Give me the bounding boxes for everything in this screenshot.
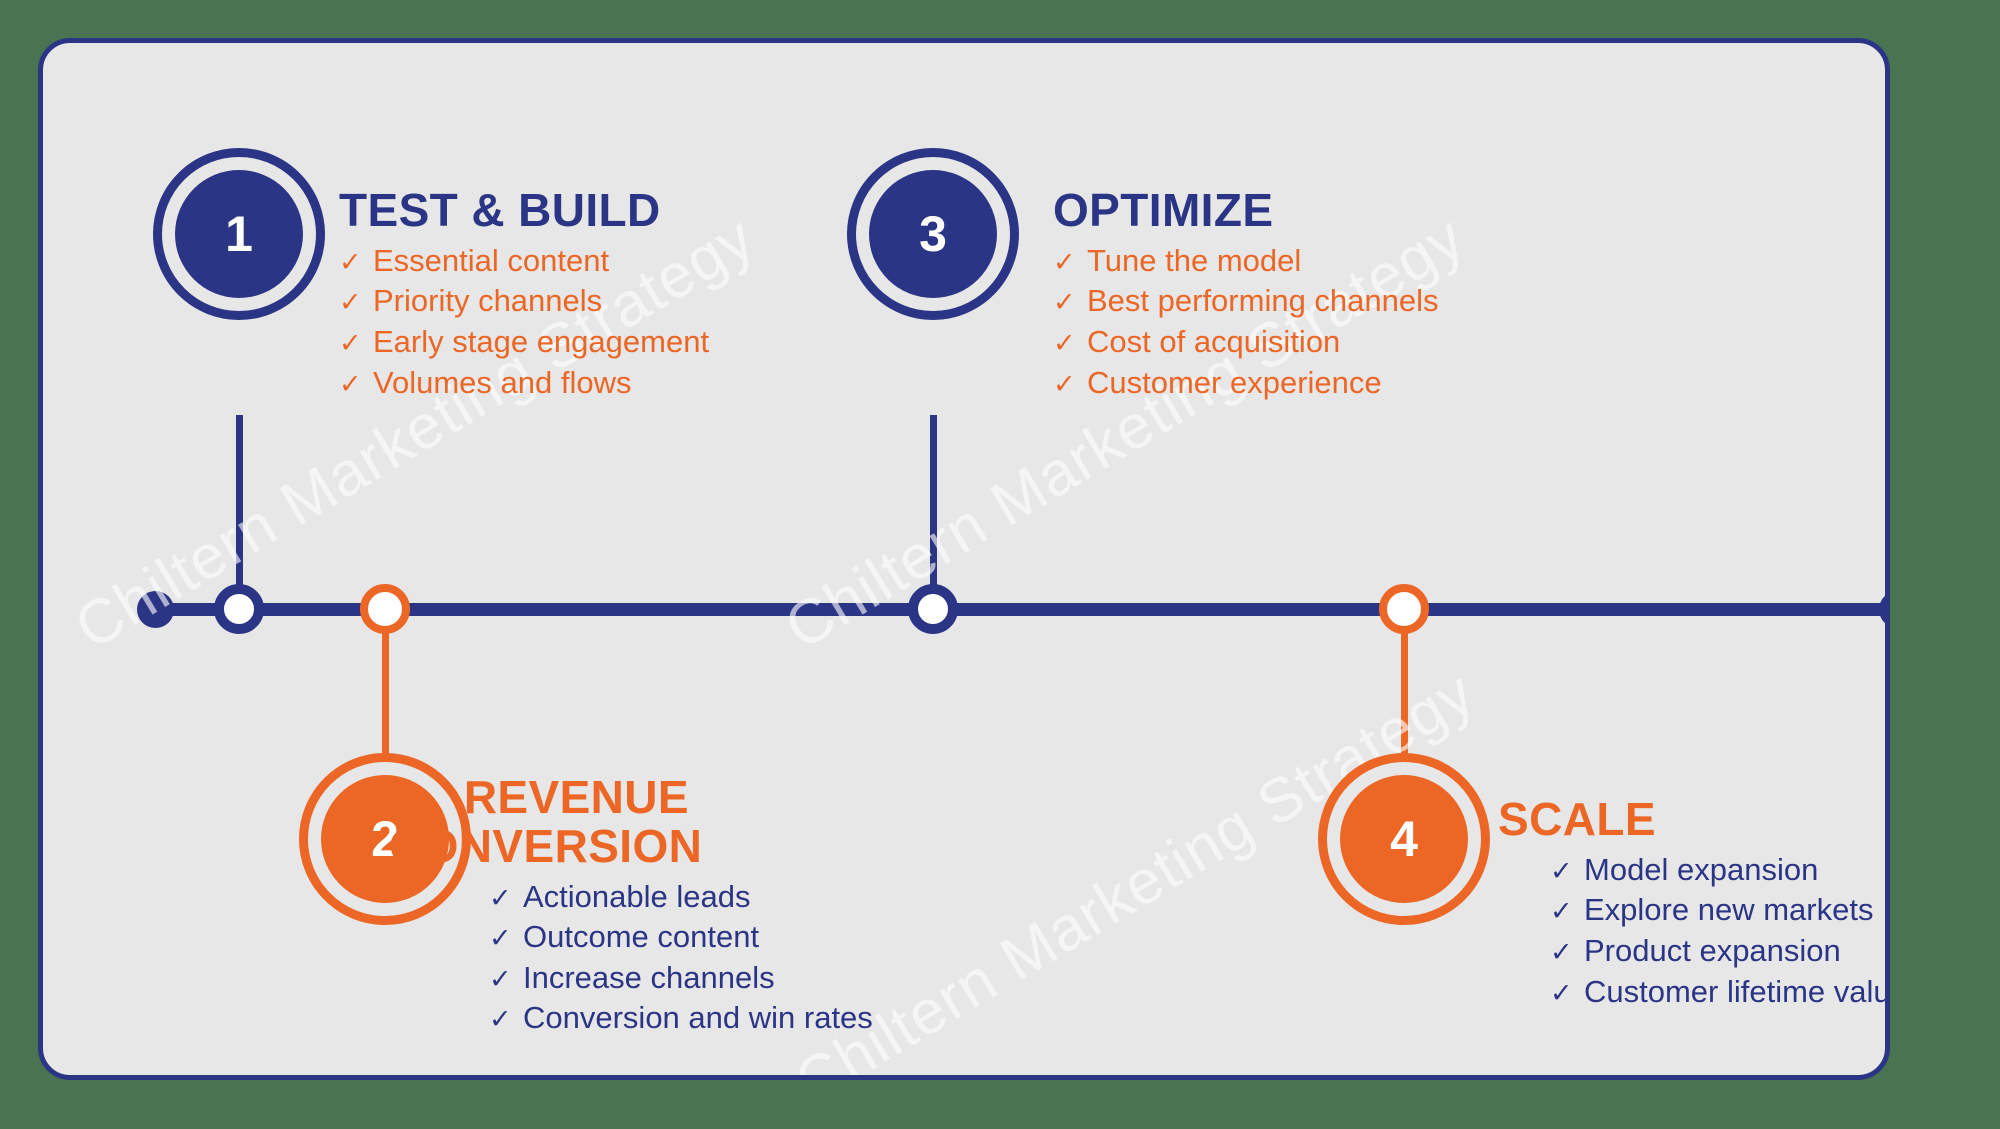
check-icon: ✓: [489, 923, 512, 954]
step-bullets-2: ✓ Actionable leads ✓ Outcome content ✓ Incr…: [489, 877, 949, 1039]
check-icon: ✓: [1053, 246, 1076, 277]
list-item: ✓ Cost of acquisition: [1053, 322, 1613, 363]
list-item: ✓ Actionable leads: [489, 877, 949, 918]
check-icon: ✓: [339, 327, 362, 358]
step-content-2: REVENUE CONVERSION ✓ Actionable leads ✓ Ou…: [389, 773, 949, 1039]
bullet-text: Customer experience: [1087, 364, 1382, 400]
list-item: ✓ Explore new markets: [1550, 890, 1885, 931]
step-number-1: 1: [175, 170, 303, 298]
step-title-4: SCALE: [1498, 793, 1656, 845]
list-item: ✓ Model expansion: [1550, 850, 1885, 891]
list-item: ✓ Best performing channels: [1053, 281, 1613, 322]
check-icon: ✓: [489, 963, 512, 994]
timeline-axis: [155, 603, 1885, 616]
step-title-3: OPTIMIZE: [1053, 184, 1274, 236]
list-item: ✓ Conversion and win rates: [489, 998, 949, 1039]
timeline-node-step-3[interactable]: [908, 584, 958, 634]
timeline-node-step-2[interactable]: [360, 584, 410, 634]
check-icon: ✓: [1053, 287, 1076, 318]
timeline-card: Chiltern Marketing Strategy Chiltern Mar…: [38, 38, 1890, 1080]
step-bullets-3: ✓ Tune the model ✓ Best performing channel…: [1053, 241, 1613, 403]
bullet-text: Product expansion: [1584, 932, 1841, 968]
list-item: ✓ Priority channels: [339, 281, 859, 322]
step-title-2: REVENUE CONVERSION: [389, 771, 703, 872]
step-content-4: SCALE ✓ Model expansion ✓ Explore new mark…: [1498, 793, 1890, 1013]
list-item: ✓ Customer lifetime value: [1550, 972, 1890, 1013]
check-icon: ✓: [489, 1004, 512, 1035]
step-badge-3[interactable]: 3: [847, 148, 1019, 320]
step-bullets-4: ✓ Model expansion ✓ Explore new markets ✓ P…: [1550, 850, 1890, 1013]
bullet-text: Essential content: [373, 242, 610, 278]
bullet-text: Best performing channels: [1087, 283, 1439, 319]
bullet-text: Cost of acquisition: [1087, 323, 1341, 359]
check-icon: ✓: [1550, 855, 1573, 886]
bullet-text: Actionable leads: [523, 878, 751, 914]
list-item: ✓ Essential content: [339, 241, 859, 282]
bullet-text: Model expansion: [1584, 851, 1819, 887]
list-item: ✓ Tune the model: [1053, 241, 1613, 282]
check-icon: ✓: [339, 287, 362, 318]
step-title-1: TEST & BUILD: [339, 184, 661, 236]
check-icon: ✓: [339, 368, 362, 399]
step-number-4: 4: [1340, 775, 1468, 903]
timeline-axis-start-dot: [137, 591, 174, 628]
list-item: ✓ Product expansion: [1550, 931, 1885, 972]
step-number-3: 3: [869, 170, 997, 298]
timeline-node-step-1[interactable]: [214, 584, 264, 634]
timeline-axis-end-dot: [1879, 591, 1885, 628]
bullet-text: Tune the model: [1087, 242, 1302, 278]
check-icon: ✓: [1550, 896, 1573, 927]
step-content-3: OPTIMIZE ✓ Tune the model ✓ Best performin…: [1053, 186, 1613, 403]
step-content-1: TEST & BUILD ✓ Essential content ✓ Priorit…: [339, 186, 859, 403]
connector-stem-step-1: [236, 415, 243, 607]
bullet-text: Conversion and win rates: [523, 1000, 873, 1036]
list-item: ✓ Outcome content: [489, 917, 949, 958]
bullet-text: Outcome content: [523, 919, 760, 955]
diagram-canvas: Chiltern Marketing Strategy Chiltern Mar…: [0, 0, 2000, 1129]
step-bullets-1: ✓ Essential content ✓ Priority channels ✓ E…: [339, 241, 859, 403]
bullet-text: Volumes and flows: [373, 364, 632, 400]
check-icon: ✓: [1053, 327, 1076, 358]
bullet-text: Customer lifetime value: [1584, 973, 1890, 1009]
step-badge-4[interactable]: 4: [1318, 753, 1490, 925]
check-icon: ✓: [1550, 936, 1573, 967]
check-icon: ✓: [489, 882, 512, 913]
bullet-text: Explore new markets: [1584, 892, 1874, 928]
list-item: ✓ Increase channels: [489, 958, 949, 999]
check-icon: ✓: [1053, 368, 1076, 399]
step-badge-1[interactable]: 1: [153, 148, 325, 320]
timeline-node-step-4[interactable]: [1379, 584, 1429, 634]
check-icon: ✓: [1550, 977, 1573, 1008]
bullet-text: Early stage engagement: [373, 323, 710, 359]
list-item: ✓ Volumes and flows: [339, 363, 859, 404]
list-item: ✓ Early stage engagement: [339, 322, 859, 363]
list-item: ✓ Customer experience: [1053, 363, 1613, 404]
bullet-text: Increase channels: [523, 959, 775, 995]
check-icon: ✓: [339, 246, 362, 277]
bullet-text: Priority channels: [373, 283, 603, 319]
connector-stem-step-3: [930, 415, 937, 607]
